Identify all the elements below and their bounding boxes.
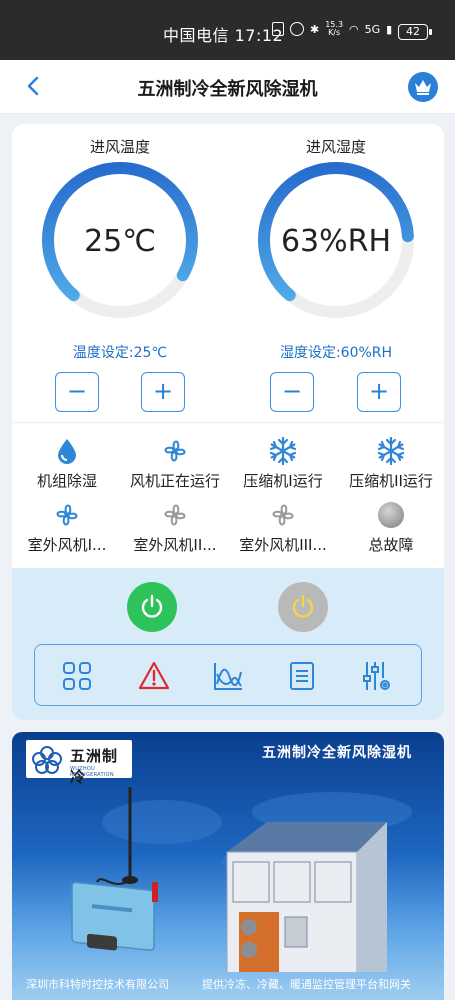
control-area: [12, 568, 444, 720]
wifi-icon: ◠: [349, 22, 359, 36]
crown-icon: [415, 80, 431, 95]
power-off-button[interactable]: [278, 582, 328, 632]
snowflake-icon: [269, 436, 297, 466]
temperature-increase-button[interactable]: +: [141, 372, 185, 412]
status-icons: ✱ 15.3 K/s ◠ 5G ▮: [272, 21, 392, 37]
flower-logo-icon: [32, 746, 62, 774]
alarm-icon: [290, 22, 304, 36]
status-general-fault: 总故障: [336, 500, 444, 555]
status-compressor-1: 压缩机I运行: [228, 436, 338, 491]
bluetooth-icon: ✱: [310, 22, 320, 36]
status-outdoor-fan-2: 室外风机II...: [120, 500, 230, 555]
humidity-setpoint: 湿度设定:60%RH: [279, 345, 393, 361]
status-outdoor-fan-3: 室外风机III...: [228, 500, 338, 555]
temperature-value: 25℃: [84, 224, 156, 259]
fan-icon: [164, 504, 186, 526]
device-panel: 进风温度 25℃ 温度设定:25℃ − + 进风湿度 63%RH 湿度设定:60…: [12, 124, 444, 720]
fan-icon: [164, 440, 186, 462]
power-icon: [292, 594, 314, 618]
fault-indicator-icon: [378, 502, 404, 528]
water-drop-icon: [58, 439, 76, 464]
vip-button[interactable]: [408, 72, 438, 102]
temperature-setpoint: 温度设定:25℃: [72, 345, 168, 361]
status-compressor-2: 压缩机II运行: [336, 436, 444, 491]
network-type: 5G: [364, 22, 381, 36]
logo-english-text: WUZHOU REFRIGERATION: [70, 766, 114, 778]
battery-icon: 42: [398, 24, 432, 40]
fan-icon: [272, 504, 294, 526]
carrier-time: 中国电信 17:12: [163, 26, 284, 45]
divider: [12, 422, 444, 423]
temperature-decrease-button[interactable]: −: [55, 372, 99, 412]
signal-icon: ▮: [386, 22, 393, 36]
company-slogan: 提供冷冻、冷藏、暖通监控管理平台和网关: [202, 978, 411, 991]
humidity-decrease-button[interactable]: −: [270, 372, 314, 412]
app-header: 五洲制冷全新风除湿机: [0, 60, 455, 114]
humidity-increase-button[interactable]: +: [357, 372, 401, 412]
status-bar: 中国电信 17:12 ✱ 15.3 K/s ◠ 5G ▮ 42: [0, 0, 455, 60]
humidity-gauge-label: 进风湿度: [305, 138, 366, 156]
grid-icon[interactable]: [61, 660, 93, 692]
temperature-gauge-label: 进风温度: [89, 138, 150, 156]
power-icon: [141, 594, 163, 618]
humidity-value: 63%RH: [280, 224, 392, 259]
trend-chart-icon[interactable]: [212, 660, 244, 692]
fan-icon: [56, 504, 78, 526]
product-illustration: [71, 787, 412, 972]
product-banner: 五洲制冷 WUZHOU REFRIGERATION 五洲制冷全新风除湿机 深圳市…: [12, 732, 444, 1000]
banner-title: 五洲制冷全新风除湿机: [262, 745, 412, 761]
page-title: 五洲制冷全新风除湿机: [137, 79, 318, 100]
function-toolbar: [34, 644, 422, 706]
list-icon[interactable]: [286, 660, 318, 692]
status-outdoor-fan-1: 室外风机I...: [12, 500, 122, 555]
status-fan-running: 风机正在运行: [120, 436, 230, 491]
net-speed: 15.3 K/s: [325, 20, 344, 37]
warning-icon[interactable]: [138, 660, 170, 692]
power-on-button[interactable]: [127, 582, 177, 632]
nfc-icon: [272, 22, 284, 36]
brand-logo: 五洲制冷 WUZHOU REFRIGERATION: [26, 740, 132, 786]
snowflake-icon: [377, 436, 405, 466]
company-name: 深圳市科特时控技术有限公司: [26, 978, 169, 991]
settings-sliders-icon[interactable]: [361, 660, 393, 692]
status-dehumidify: 机组除湿: [12, 436, 122, 491]
